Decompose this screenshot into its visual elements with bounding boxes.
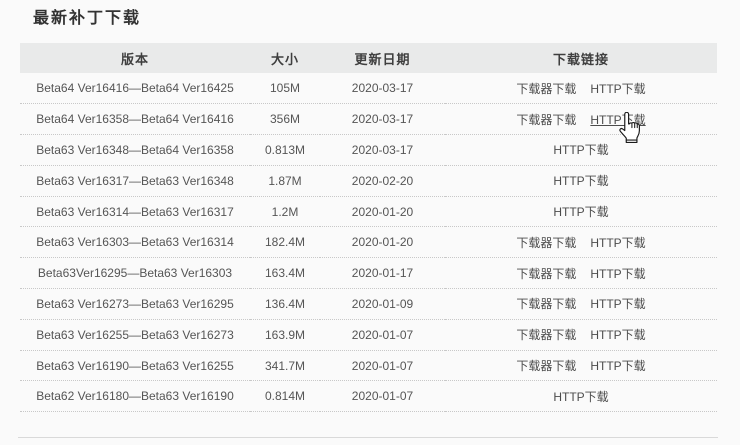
table-row: Beta64 Ver16358—Beta64 Ver16416356M2020-… bbox=[20, 104, 717, 135]
page-title: 最新补丁下载 bbox=[33, 4, 141, 28]
column-header-download-links: 下载链接 bbox=[445, 43, 717, 73]
size-cell: 163.4M bbox=[250, 258, 320, 289]
version-cell: Beta63 Ver16303—Beta63 Ver16314 bbox=[20, 227, 250, 258]
download-links-cell: 下载器下载 HTTP下载 bbox=[445, 319, 717, 350]
patch-table-body: Beta64 Ver16416—Beta64 Ver16425105M2020-… bbox=[20, 73, 717, 412]
size-cell: 182.4M bbox=[250, 227, 320, 258]
table-row: Beta63Ver16295—Beta63 Ver16303163.4M2020… bbox=[20, 258, 717, 289]
download-links-cell: HTTP下载 bbox=[445, 196, 717, 227]
download-links-cell: HTTP下载 bbox=[445, 135, 717, 166]
http-download-link[interactable]: HTTP下载 bbox=[553, 141, 608, 158]
http-download-link[interactable]: HTTP下载 bbox=[590, 80, 645, 97]
date-cell: 2020-01-07 bbox=[320, 381, 445, 412]
version-cell: Beta62 Ver16180—Beta63 Ver16190 bbox=[20, 381, 250, 412]
download-links-cell: 下载器下载 HTTP下载 bbox=[445, 227, 717, 258]
downloader-download-link[interactable]: 下载器下载 bbox=[516, 234, 576, 251]
downloader-download-link[interactable]: 下载器下载 bbox=[516, 357, 576, 374]
table-row: Beta64 Ver16416—Beta64 Ver16425105M2020-… bbox=[20, 73, 717, 104]
date-cell: 2020-01-07 bbox=[320, 350, 445, 381]
table-row: Beta63 Ver16255—Beta63 Ver16273163.9M202… bbox=[20, 319, 717, 350]
date-cell: 2020-01-07 bbox=[320, 319, 445, 350]
size-cell: 105M bbox=[250, 73, 320, 104]
version-cell: Beta63 Ver16317—Beta63 Ver16348 bbox=[20, 165, 250, 196]
version-cell: Beta63Ver16295—Beta63 Ver16303 bbox=[20, 258, 250, 289]
http-download-link[interactable]: HTTP下载 bbox=[590, 295, 645, 312]
version-cell: Beta64 Ver16358—Beta64 Ver16416 bbox=[20, 104, 250, 135]
version-cell: Beta64 Ver16416—Beta64 Ver16425 bbox=[20, 73, 250, 104]
section-divider bbox=[18, 437, 718, 438]
table-row: Beta63 Ver16317—Beta63 Ver163481.87M2020… bbox=[20, 165, 717, 196]
downloader-download-link[interactable]: 下载器下载 bbox=[516, 80, 576, 97]
table-row: Beta63 Ver16314—Beta63 Ver163171.2M2020-… bbox=[20, 196, 717, 227]
size-cell: 356M bbox=[250, 104, 320, 135]
date-cell: 2020-03-17 bbox=[320, 104, 445, 135]
http-download-link[interactable]: HTTP下载 bbox=[590, 326, 645, 343]
download-links-cell: 下载器下载 HTTP下载 bbox=[445, 73, 717, 104]
table-row: Beta63 Ver16348—Beta64 Ver163580.813M202… bbox=[20, 135, 717, 166]
version-cell: Beta63 Ver16255—Beta63 Ver16273 bbox=[20, 319, 250, 350]
downloader-download-link[interactable]: 下载器下载 bbox=[516, 265, 576, 282]
version-cell: Beta63 Ver16190—Beta63 Ver16255 bbox=[20, 350, 250, 381]
date-cell: 2020-01-17 bbox=[320, 258, 445, 289]
date-cell: 2020-03-17 bbox=[320, 73, 445, 104]
table-row: Beta63 Ver16190—Beta63 Ver16255341.7M202… bbox=[20, 350, 717, 381]
download-links-cell: 下载器下载 HTTP下载 bbox=[445, 289, 717, 320]
date-cell: 2020-03-17 bbox=[320, 135, 445, 166]
table-row: Beta63 Ver16303—Beta63 Ver16314182.4M202… bbox=[20, 227, 717, 258]
patch-download-table: 版本 大小 更新日期 下载链接 Beta64 Ver16416—Beta64 V… bbox=[20, 43, 717, 412]
downloader-download-link[interactable]: 下载器下载 bbox=[516, 295, 576, 312]
http-download-link[interactable]: HTTP下载 bbox=[590, 265, 645, 282]
download-links-cell: HTTP下载 bbox=[445, 165, 717, 196]
size-cell: 0.814M bbox=[250, 381, 320, 412]
column-header-size: 大小 bbox=[250, 43, 320, 73]
size-cell: 1.2M bbox=[250, 196, 320, 227]
date-cell: 2020-01-09 bbox=[320, 289, 445, 320]
size-cell: 163.9M bbox=[250, 319, 320, 350]
http-download-link[interactable]: HTTP下载 bbox=[590, 234, 645, 251]
download-links-cell: 下载器下载 HTTP下载 bbox=[445, 104, 717, 135]
http-download-link[interactable]: HTTP下载 bbox=[553, 203, 608, 220]
table-row: Beta62 Ver16180—Beta63 Ver161900.814M202… bbox=[20, 381, 717, 412]
date-cell: 2020-02-20 bbox=[320, 165, 445, 196]
http-download-link[interactable]: HTTP下载 bbox=[590, 357, 645, 374]
http-download-link[interactable]: HTTP下载 bbox=[553, 388, 608, 405]
date-cell: 2020-01-20 bbox=[320, 196, 445, 227]
downloader-download-link[interactable]: 下载器下载 bbox=[516, 326, 576, 343]
size-cell: 0.813M bbox=[250, 135, 320, 166]
size-cell: 1.87M bbox=[250, 165, 320, 196]
date-cell: 2020-01-20 bbox=[320, 227, 445, 258]
column-header-date: 更新日期 bbox=[320, 43, 445, 73]
http-download-link[interactable]: HTTP下载 bbox=[553, 172, 608, 189]
size-cell: 341.7M bbox=[250, 350, 320, 381]
table-header-row: 版本 大小 更新日期 下载链接 bbox=[20, 43, 717, 73]
download-links-cell: HTTP下载 bbox=[445, 381, 717, 412]
version-cell: Beta63 Ver16314—Beta63 Ver16317 bbox=[20, 196, 250, 227]
download-links-cell: 下载器下载 HTTP下载 bbox=[445, 350, 717, 381]
version-cell: Beta63 Ver16273—Beta63 Ver16295 bbox=[20, 289, 250, 320]
column-header-version: 版本 bbox=[20, 43, 250, 73]
version-cell: Beta63 Ver16348—Beta64 Ver16358 bbox=[20, 135, 250, 166]
downloader-download-link[interactable]: 下载器下载 bbox=[516, 111, 576, 128]
table-row: Beta63 Ver16273—Beta63 Ver16295136.4M202… bbox=[20, 289, 717, 320]
size-cell: 136.4M bbox=[250, 289, 320, 320]
download-links-cell: 下载器下载 HTTP下载 bbox=[445, 258, 717, 289]
http-download-link[interactable]: HTTP下载 bbox=[590, 111, 645, 128]
